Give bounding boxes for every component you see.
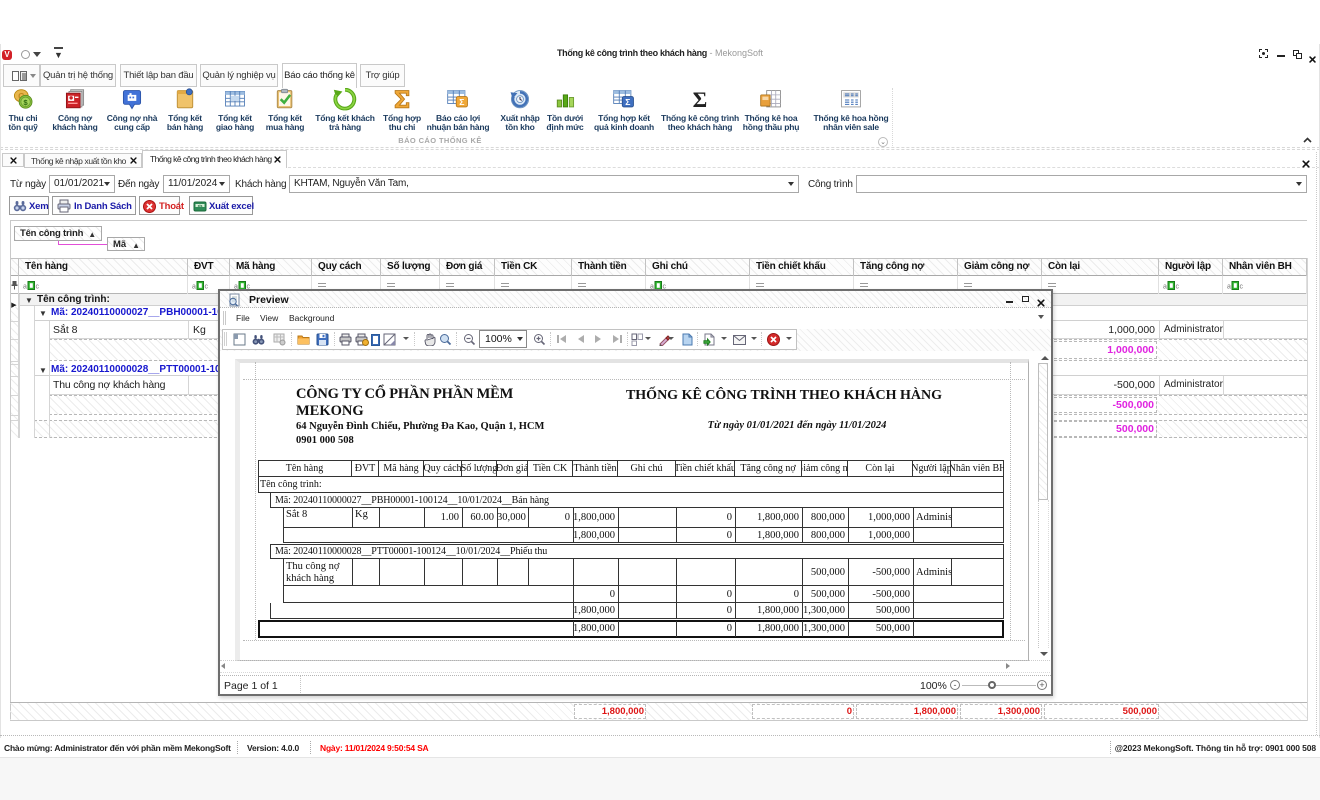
svg-text:Σ: Σ: [625, 97, 630, 107]
svg-text:xls: xls: [198, 204, 203, 208]
svg-text:Σ: Σ: [459, 97, 464, 107]
svg-text:Σ: Σ: [693, 88, 708, 110]
svg-text:$: $: [23, 98, 28, 107]
